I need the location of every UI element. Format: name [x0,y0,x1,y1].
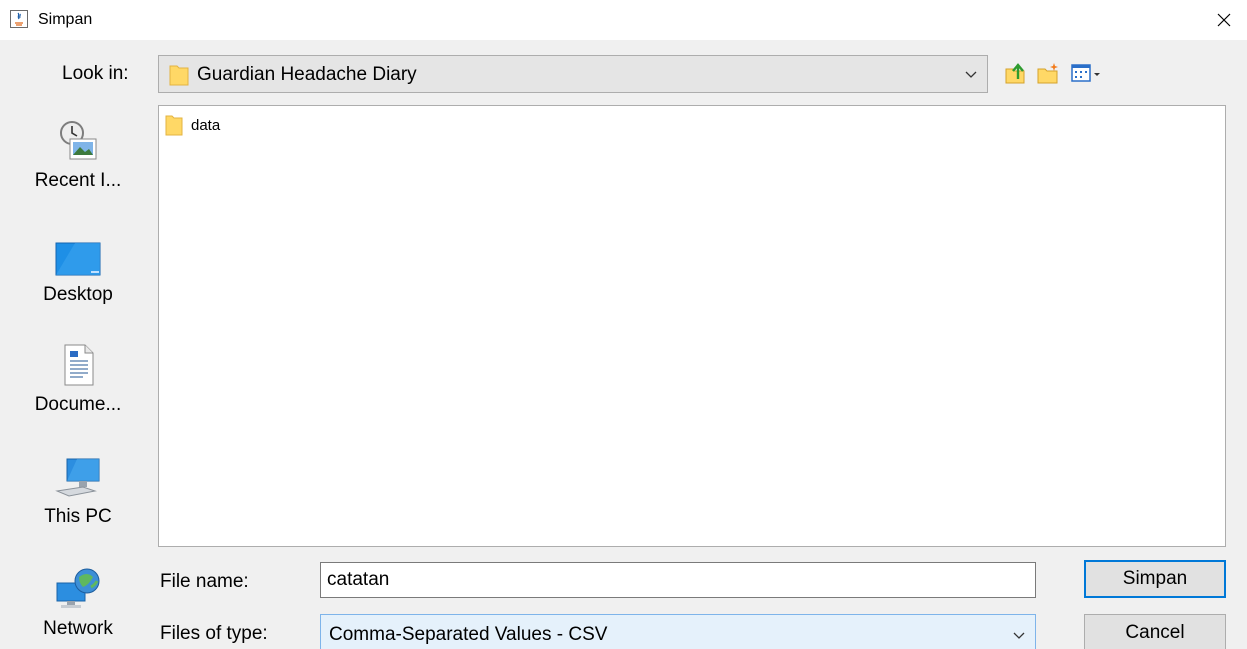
file-type-value: Comma-Separated Values - CSV [329,624,608,645]
list-view-icon [1071,64,1100,82]
place-label: This PC [44,506,112,527]
new-folder-icon [1037,63,1058,84]
look-in-dropdown[interactable]: Guardian Headache Diary [158,55,988,93]
place-label: Recent I... [34,170,122,191]
place-desktop[interactable]: Desktop [10,217,146,321]
place-label: Desktop [43,284,113,305]
cancel-button[interactable]: Cancel [1084,614,1226,649]
place-network[interactable]: Network [10,553,146,649]
file-type-dropdown[interactable]: Comma-Separated Values - CSV [320,614,1036,649]
documents-icon [64,344,94,386]
place-documents[interactable]: Docume... [10,329,146,433]
file-list[interactable]: data [158,105,1226,547]
place-this-pc[interactable]: This PC [10,441,146,545]
recent-items-icon [60,121,97,160]
title-bar: Simpan [0,0,1247,40]
place-label: Network [43,618,113,639]
file-name-label: File name: [160,571,249,592]
folder-icon [169,63,189,92]
close-button[interactable] [1201,0,1247,40]
place-label: Docume... [34,394,122,415]
look-in-value: Guardian Headache Diary [197,64,417,85]
java-app-icon [10,10,28,28]
look-in-label: Look in: [62,63,129,84]
chevron-down-icon [1013,632,1025,639]
create-new-folder-button[interactable] [1036,60,1060,86]
network-icon [56,568,100,608]
file-name-input[interactable] [320,562,1036,598]
computer-icon [55,458,100,497]
place-recent-items[interactable]: Recent I... [10,105,146,209]
file-name: data [191,116,221,134]
places-sidebar: Recent I... Desktop Docume... This PC Ne… [10,105,146,649]
list-item[interactable]: data [165,114,220,136]
chevron-down-icon [965,71,977,78]
window-title: Simpan [38,11,93,28]
up-one-level-button[interactable] [1004,60,1028,86]
folder-icon [165,115,183,136]
close-icon [1217,13,1231,27]
view-menu-button[interactable] [1070,60,1104,86]
save-button[interactable]: Simpan [1084,560,1226,598]
save-dialog: Simpan Look in: Guardian Headache Diary [0,0,1247,649]
desktop-icon [55,242,101,276]
file-type-label: Files of type: [160,623,268,644]
up-folder-icon [1005,63,1025,84]
